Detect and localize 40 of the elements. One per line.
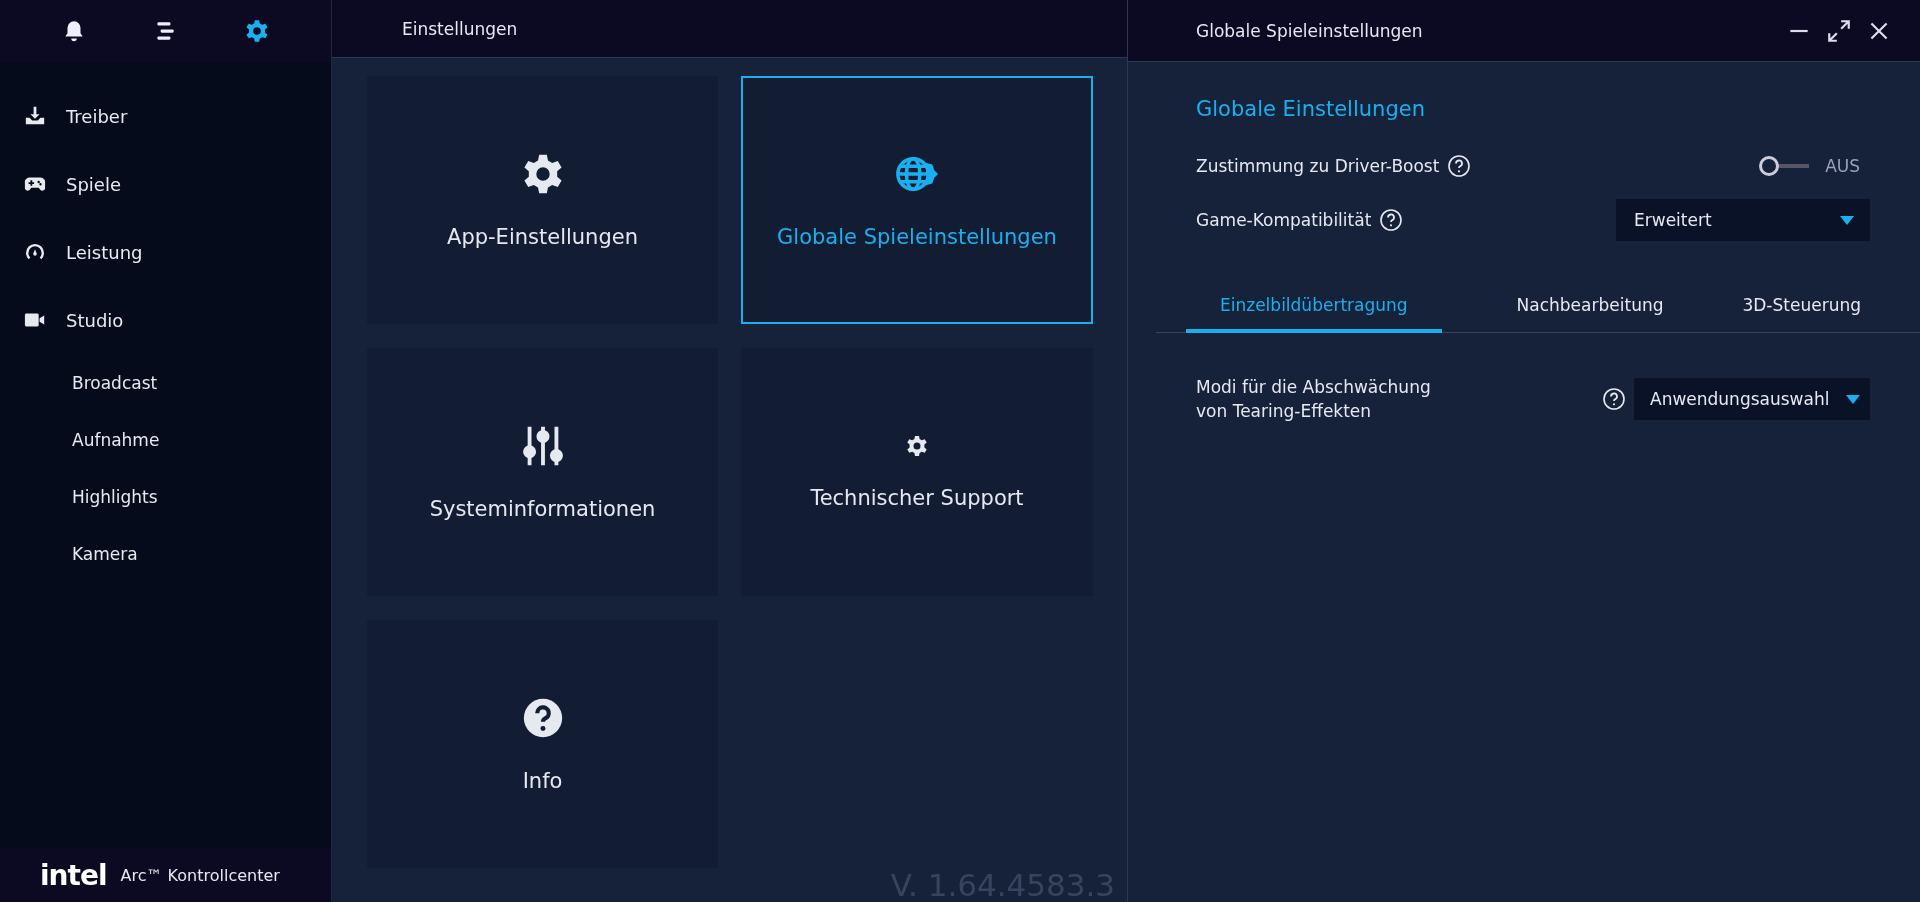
setting-label: Zustimmung zu Driver-Boost [1196,156,1440,176]
settings-card[interactable]: Technischer Support [741,348,1093,596]
settings-card[interactable]: App-Einstellungen [367,76,718,324]
nav-subitem[interactable]: Aufnahme [0,411,331,468]
tab[interactable]: 3D-Steuerung [1738,285,1865,333]
card-label: Info [522,769,563,793]
dropdown[interactable]: Anwendungsauswahl [1634,378,1870,420]
nav-item[interactable]: Treiber [0,82,331,150]
product-name: Arc™ Kontrollcenter [120,865,280,885]
setting-label: Modi für die Abschwächung von Tearing-Effekten [1196,376,1432,423]
settings-card[interactable]: Systeminformationen [367,348,718,596]
maximize-icon[interactable] [1826,17,1852,44]
section-heading: Globale Einstellungen [1196,97,1426,121]
nav-item[interactable]: Leistung [0,218,331,286]
settings-icon [905,434,929,458]
logo: intel [40,858,107,892]
panel-title: Einstellungen [402,18,518,39]
caret-icon [1840,215,1854,225]
nav-subitem[interactable]: Broadcast [0,354,331,411]
nav-subitem[interactable]: Kamera [0,525,331,582]
download-icon [24,105,46,127]
dropdown[interactable]: Erweitert [1616,199,1870,241]
tab[interactable]: Einzelbildübertragung [1186,285,1442,333]
settings-card[interactable]: Globale Spieleinstellungen [741,76,1093,324]
nav-item[interactable]: Studio [0,286,331,354]
caret-icon [1846,394,1860,404]
tab[interactable]: Nachbearbeitung [1512,285,1668,333]
nav-subitem[interactable]: Highlights [0,468,331,525]
card-label: Technischer Support [810,486,1024,510]
help-icon[interactable] [1447,154,1472,178]
panel-title: Globale Spieleinstellungen [1196,20,1423,41]
help-icon[interactable] [1379,208,1404,232]
card-label: Globale Spieleinstellungen [777,225,1057,249]
toggle-label: AUS [1825,156,1860,176]
settings-card[interactable]: Info [367,620,718,868]
help-icon[interactable] [1602,387,1626,411]
card-label: Systeminformationen [429,497,656,521]
nav-item[interactable]: Spiele [0,150,331,218]
card-label: App-Einstellungen [447,225,638,249]
setting-label: Game-Kompatibilität [1196,210,1372,230]
